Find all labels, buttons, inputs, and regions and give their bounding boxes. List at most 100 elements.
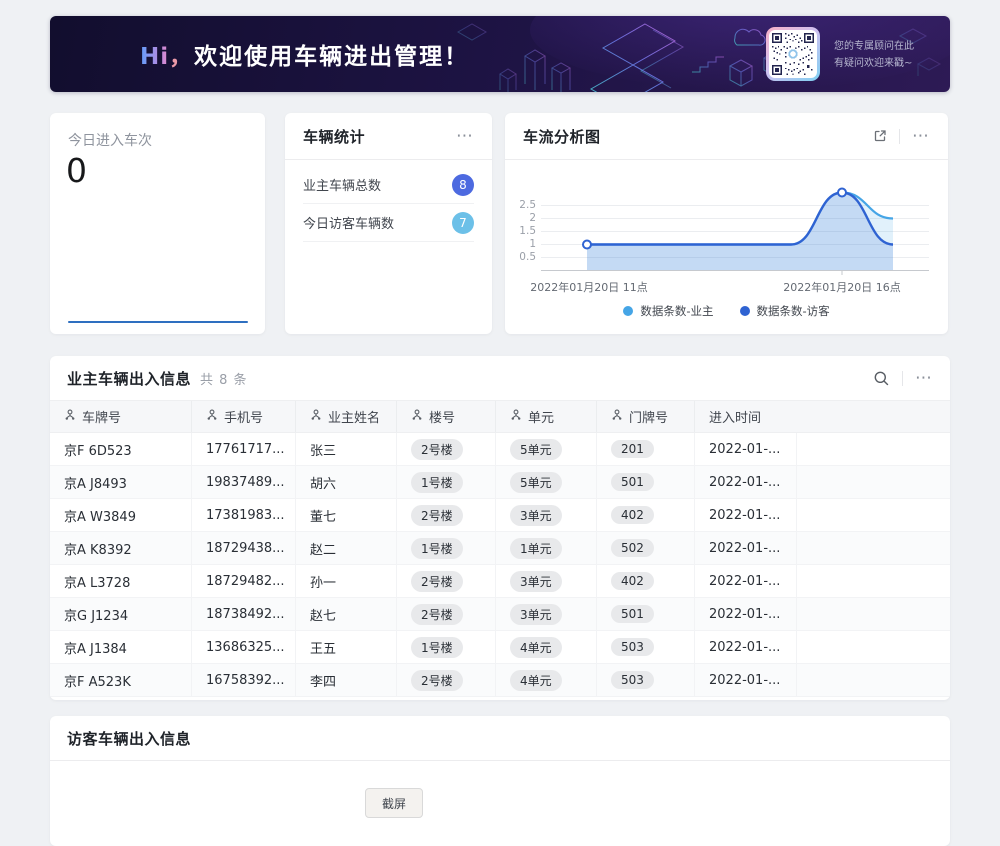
legend-item-visitor[interactable]: 数据条数-访客 [740,303,830,319]
cell-unit: 3单元 [496,565,597,597]
banner-comma: ， [169,44,194,70]
field-type-icon [510,409,522,425]
owner-table-title: 业主车辆出入信息 [67,368,191,389]
cell-unit: 1单元 [496,532,597,564]
column-header[interactable]: 业主姓名 [296,401,397,432]
cell-name: 张三 [296,433,397,465]
cell-unit: 4单元 [496,631,597,663]
cell-name: 赵七 [296,598,397,630]
data-point-marker [583,241,591,249]
table-row: 京A K8392 18729438... 赵二 1号楼 1单元 502 2022… [50,532,950,565]
more-icon[interactable]: ⋯ [456,128,474,145]
qr-caption: 您的专属顾问在此 有疑问欢迎来戳~ [834,38,914,72]
legend-item-owner[interactable]: 数据条数-业主 [623,303,713,319]
cell-phone: 18729438... [192,532,296,564]
cell-building: 2号楼 [397,565,496,597]
cell-door: 402 [597,499,695,531]
field-type-icon [64,409,76,425]
field-type-icon [411,409,423,425]
cell-door: 201 [597,433,695,465]
cell-plate: 京A K8392 [50,532,192,564]
cell-unit: 3单元 [496,598,597,630]
table-row: 京A J1384 13686325... 王五 1号楼 4单元 503 2022… [50,631,950,664]
traffic-chart-card: 车流分析图 ⋯ [505,113,948,334]
cell-time: 2022-01-... [695,598,797,630]
field-type-icon [611,409,623,425]
stat-label: 今日进入车次 [68,130,152,150]
stats-row: 业主车辆总数 8 [303,166,474,204]
column-header[interactable]: 车牌号 [50,401,192,432]
search-icon[interactable] [873,370,890,387]
line-owner [587,193,893,245]
cell-building: 1号楼 [397,532,496,564]
cell-plate: 京A W3849 [50,499,192,531]
cell-phone: 16758392... [192,664,296,696]
column-header[interactable]: 门牌号 [597,401,695,432]
cell-empty [797,598,950,630]
expand-icon[interactable] [873,129,887,143]
visitor-vehicle-table-card: 访客车辆出入信息 截屏 [50,716,950,846]
count-badge: 7 [452,212,474,234]
cell-name: 王五 [296,631,397,663]
column-header[interactable]: 手机号 [192,401,296,432]
cell-empty [797,532,950,564]
legend-dot [740,306,750,316]
welcome-banner: Hi，欢迎使用车辆进出管理！ 您的专属顾问在此 有疑问欢迎来戳~ [50,16,950,92]
screenshot-button[interactable]: 截屏 [365,788,423,818]
stat-value: 0 [66,151,87,190]
column-header[interactable]: 楼号 [397,401,496,432]
table-row: 京A L3728 18729482... 孙一 2号楼 3单元 402 2022… [50,565,950,598]
chart-title: 车流分析图 [523,126,601,147]
qr-pattern [772,33,814,75]
table-row: 京G J1234 18738492... 赵七 2号楼 3单元 501 2022… [50,598,950,631]
y-axis-ticks: 0.511.522.5 [505,199,536,264]
cell-phone: 18729482... [192,565,296,597]
cell-unit: 5单元 [496,466,597,498]
legend-dot [623,306,633,316]
column-header[interactable]: 进入时间 [695,401,797,432]
cell-name: 李四 [296,664,397,696]
column-header[interactable]: 单元 [496,401,597,432]
record-count: 共 8 条 [200,369,248,388]
cell-plate: 京F A523K [50,664,192,696]
cell-name: 董七 [296,499,397,531]
cell-empty [797,664,950,696]
banner-title: Hi，欢迎使用车辆进出管理！ [140,37,469,71]
cell-empty [797,499,950,531]
cell-phone: 17381983... [192,499,296,531]
cell-time: 2022-01-... [695,433,797,465]
table-row: 京F 6D523 17761717... 张三 2号楼 5单元 201 2022… [50,433,950,466]
table-body: 京F 6D523 17761717... 张三 2号楼 5单元 201 2022… [50,433,950,697]
x-axis-label: 2022年01月20日 11点 [530,279,647,295]
cell-plate: 京F 6D523 [50,433,192,465]
owner-vehicle-table-card: 业主车辆出入信息 共 8 条 ⋯ [50,356,950,700]
vehicle-stats-title: 车辆统计 [303,126,365,147]
y-tick-label: 1.5 [505,225,536,238]
table-row: 京F A523K 16758392... 李四 2号楼 4单元 503 2022… [50,664,950,697]
field-type-icon [310,409,322,425]
y-tick-label: 1 [505,238,536,251]
cell-building: 1号楼 [397,631,496,663]
area-visitor [587,193,893,271]
cell-time: 2022-01-... [695,532,797,564]
vehicle-stats-card: 车辆统计 ⋯ 业主车辆总数 8 今日访客车辆数 7 [285,113,492,334]
cell-door: 501 [597,466,695,498]
cell-time: 2022-01-... [695,466,797,498]
cell-name: 胡六 [296,466,397,498]
today-entries-card: 今日进入车次 0 [50,113,265,334]
cell-building: 2号楼 [397,598,496,630]
y-tick-label: 2.5 [505,199,536,212]
cell-name: 赵二 [296,532,397,564]
more-icon[interactable]: ⋯ [915,370,933,387]
cell-empty [797,565,950,597]
cell-plate: 京A J8493 [50,466,192,498]
divider [902,371,903,386]
more-icon[interactable]: ⋯ [912,128,930,145]
qr-code[interactable] [766,27,820,81]
cell-plate: 京G J1234 [50,598,192,630]
cell-plate: 京A J1384 [50,631,192,663]
visitor-table-title: 访客车辆出入信息 [67,728,191,749]
cell-door: 402 [597,565,695,597]
table-row: 京A J8493 19837489... 胡六 1号楼 5单元 501 2022… [50,466,950,499]
cell-building: 2号楼 [397,664,496,696]
